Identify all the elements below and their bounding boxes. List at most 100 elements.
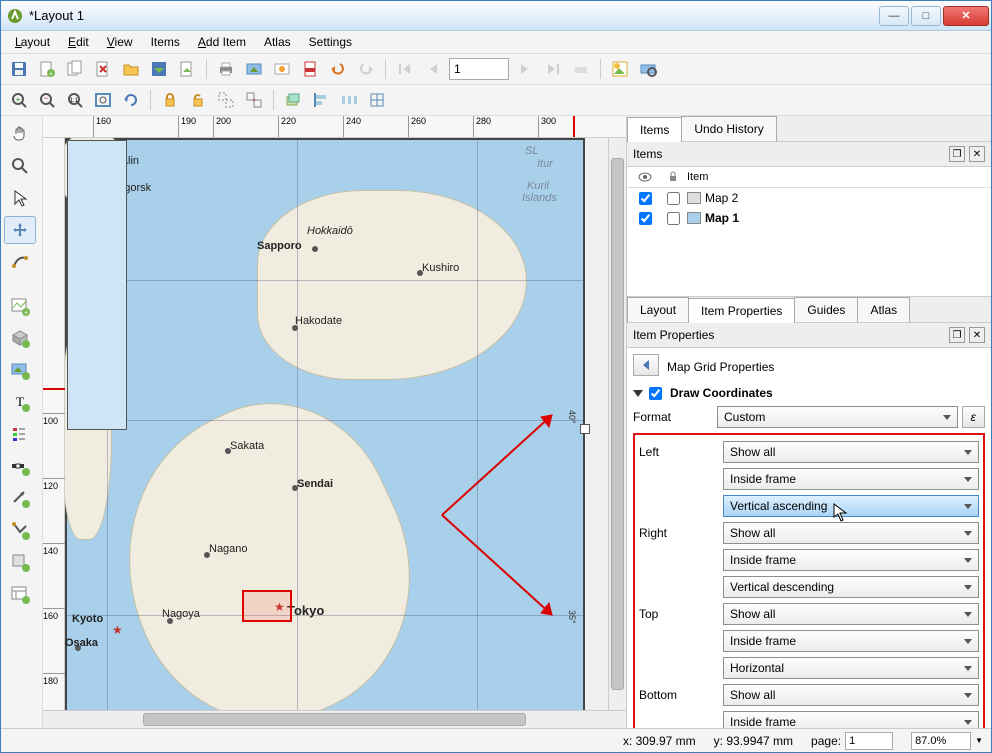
zoom-in-icon[interactable]: + [7,88,31,112]
menu-atlas[interactable]: Atlas [256,33,299,51]
close-panel-icon[interactable]: ✕ [969,327,985,343]
canvas-vscroll[interactable] [608,138,626,710]
bottom-position-combo[interactable]: Inside frame [723,711,979,728]
tab-atlas[interactable]: Atlas [857,297,910,322]
distribute-h-icon[interactable] [337,88,361,112]
right-display-combo[interactable]: Show all [723,522,979,544]
draw-coordinates-section[interactable]: Draw Coordinates [633,386,985,400]
save-icon[interactable] [7,57,31,81]
delete-layout-icon[interactable] [91,57,115,81]
add-node-item-icon[interactable] [4,516,36,544]
page-number-spin[interactable]: 1 [449,58,509,80]
zoom-input[interactable] [911,732,971,750]
menu-edit[interactable]: Edit [60,33,97,51]
add-3dmap-icon[interactable] [4,324,36,352]
nav-prev-icon[interactable] [421,57,445,81]
atlas-preview-icon[interactable] [636,57,660,81]
add-map-icon[interactable]: + [4,292,36,320]
atlas-print-icon[interactable] [569,57,593,81]
top-position-combo[interactable]: Inside frame [723,630,979,652]
format-label: Format [633,410,711,424]
nav-first-icon[interactable] [393,57,417,81]
save-template-icon[interactable] [147,57,171,81]
bottom-display-combo[interactable]: Show all [723,684,979,706]
resize-icon[interactable] [365,88,389,112]
zoom-tool-icon[interactable] [4,152,36,180]
open-folder-icon[interactable] [119,57,143,81]
zoom-out-icon[interactable]: − [35,88,59,112]
item-lock-checkbox[interactable] [667,192,680,205]
draw-coords-checkbox[interactable] [649,387,662,400]
export-svg-icon[interactable] [270,57,294,81]
map-inset-item[interactable] [67,140,127,430]
detach-panel-icon[interactable]: ❐ [949,327,965,343]
page-input[interactable] [845,732,893,750]
export-pdf-icon[interactable] [298,57,322,81]
left-position-combo[interactable]: Inside frame [723,468,979,490]
new-layout-icon[interactable]: + [35,57,59,81]
add-picture-icon[interactable] [4,356,36,384]
close-button[interactable]: ✕ [943,6,989,26]
add-html-icon[interactable] [4,580,36,608]
add-shape-icon[interactable] [4,548,36,576]
minimize-button[interactable]: — [879,6,909,26]
nav-last-icon[interactable] [541,57,565,81]
move-content-tool-icon[interactable] [4,216,36,244]
tab-layout[interactable]: Layout [627,297,689,322]
map-item[interactable]: -Alin negorsk Hokkaidō Sapporo Kushiro H… [65,138,585,710]
menu-layout[interactable]: Layout [7,33,58,51]
add-arrow-icon[interactable] [4,484,36,512]
redo-icon[interactable] [354,57,378,81]
add-scalebar-icon[interactable] [4,452,36,480]
format-combo[interactable]: Custom [717,406,958,428]
right-position-combo[interactable]: Inside frame [723,549,979,571]
select-tool-icon[interactable] [4,184,36,212]
left-display-combo[interactable]: Show all [723,441,979,463]
tab-guides[interactable]: Guides [794,297,858,322]
unlock-icon[interactable] [186,88,210,112]
print-icon[interactable] [214,57,238,81]
canvas-viewport[interactable]: -Alin negorsk Hokkaidō Sapporo Kushiro H… [65,138,608,710]
left-direction-combo[interactable]: Vertical ascending [723,495,979,517]
back-button[interactable] [633,354,659,376]
zoom-full-icon[interactable] [91,88,115,112]
refresh-icon[interactable] [119,88,143,112]
menu-add-item[interactable]: Add Item [190,33,254,51]
detach-panel-icon[interactable]: ❐ [949,146,965,162]
top-display-combo[interactable]: Show all [723,603,979,625]
raise-icon[interactable] [281,88,305,112]
expression-button[interactable]: ε [962,406,985,428]
align-left-icon[interactable] [309,88,333,112]
canvas-hscroll[interactable] [43,710,626,728]
pan-tool-icon[interactable] [4,120,36,148]
undo-icon[interactable] [326,57,350,81]
lock-icon[interactable] [158,88,182,112]
menu-view[interactable]: View [99,33,141,51]
list-item[interactable]: Map 1 [627,208,991,228]
item-visible-checkbox[interactable] [639,192,652,205]
export-image-icon[interactable] [242,57,266,81]
dup-layout-icon[interactable] [63,57,87,81]
edit-nodes-tool-icon[interactable] [4,248,36,276]
add-from-template-icon[interactable] [175,57,199,81]
top-direction-combo[interactable]: Horizontal [723,657,979,679]
right-direction-combo[interactable]: Vertical descending [723,576,979,598]
tab-items[interactable]: Items [627,117,682,142]
atlas-settings-icon[interactable] [608,57,632,81]
menu-items[interactable]: Items [143,33,188,51]
status-zoom[interactable]: ▼ [911,732,983,750]
close-panel-icon[interactable]: ✕ [969,146,985,162]
maximize-button[interactable]: □ [911,6,941,26]
tab-undo-history[interactable]: Undo History [681,116,776,141]
list-item[interactable]: Map 2 [627,188,991,208]
item-lock-checkbox[interactable] [667,212,680,225]
tab-item-properties[interactable]: Item Properties [688,298,795,323]
nav-next-icon[interactable] [513,57,537,81]
item-visible-checkbox[interactable] [639,212,652,225]
ungroup-icon[interactable] [242,88,266,112]
add-legend-icon[interactable] [4,420,36,448]
group-icon[interactable] [214,88,238,112]
add-label-icon[interactable]: T [4,388,36,416]
zoom-100-icon[interactable]: 1:1 [63,88,87,112]
menu-settings[interactable]: Settings [301,33,360,51]
